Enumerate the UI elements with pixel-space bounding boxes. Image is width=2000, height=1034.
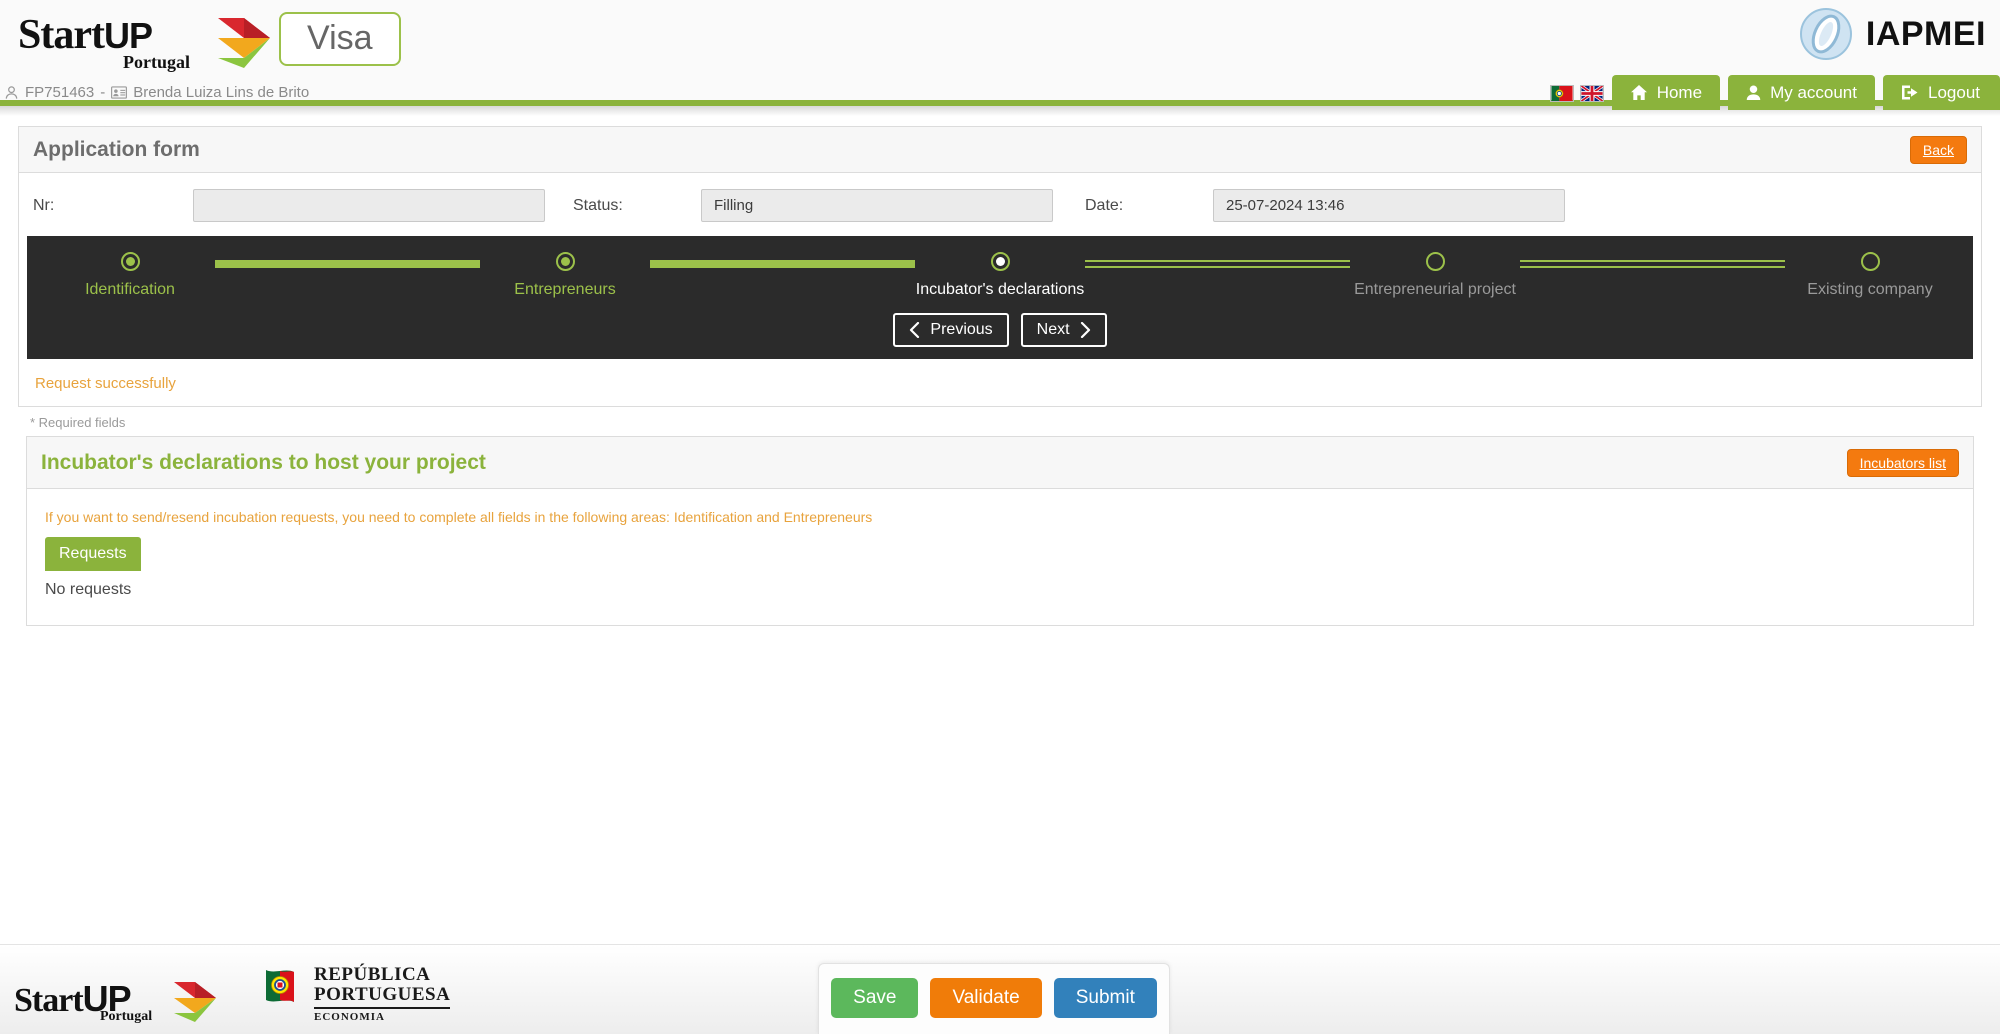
republica-divider [314, 1007, 451, 1010]
next-label: Next [1036, 321, 1070, 338]
field-status-input[interactable]: Filling [701, 189, 1053, 222]
required-fields-note: * Required fields [30, 415, 126, 430]
chevron-right-icon [1080, 322, 1090, 338]
page-footer: StartUP Portugal REPÚBLICA PORTUGUESA EC… [0, 944, 2000, 1034]
application-meta-row: Nr: Status: Filling Date: 25-07-2024 13:… [19, 173, 1981, 236]
incubator-declarations-panel: Incubator's declarations to host your pr… [26, 436, 1974, 626]
republica-line-1: REPÚBLICA [314, 963, 431, 985]
submit-button[interactable]: Submit [1053, 978, 1157, 1018]
incubator-panel-header: Incubator's declarations to host your pr… [27, 437, 1973, 489]
user-icon [5, 86, 18, 99]
field-date-input[interactable]: 25-07-2024 13:46 [1213, 189, 1565, 222]
iapmei-logo: IAPMEI [1798, 6, 1986, 62]
user-icon [1746, 85, 1761, 100]
step-circle-icon [555, 252, 575, 271]
uk-flag-icon[interactable] [1579, 85, 1604, 102]
tab-requests[interactable]: Requests [45, 537, 141, 571]
user-name: Brenda Luiza Lins de Brito [133, 84, 310, 101]
nav-logout-button[interactable]: Logout [1883, 75, 2000, 110]
incubator-panel-title: Incubator's declarations to host your pr… [41, 450, 486, 474]
step-label: Existing company [1807, 281, 1933, 298]
field-nr-input[interactable] [193, 189, 545, 222]
page-content: Application form Back Nr: Status: Fillin… [0, 126, 2000, 626]
stepper-step-entrepreneurs[interactable]: Entrepreneurs [480, 250, 650, 299]
nav-logout-label: Logout [1928, 82, 1980, 102]
visa-badge: Visa [279, 12, 401, 66]
incubator-panel-body: If you want to send/resend incubation re… [27, 489, 1973, 625]
brand-subtitle: Portugal [123, 52, 190, 72]
field-nr: Nr: [33, 189, 545, 222]
startup-chevron-icon [218, 18, 270, 68]
stepper-connector-3 [1085, 260, 1350, 268]
nav-home-button[interactable]: Home [1611, 75, 1721, 110]
portugal-flag-icon[interactable] [1549, 85, 1574, 102]
field-date-label: Date: [1085, 196, 1124, 214]
nav-my-account-button[interactable]: My account [1728, 75, 1875, 110]
step-label: Entrepreneurs [514, 281, 616, 298]
step-circle-icon [120, 252, 140, 271]
wizard-navigation: Previous Next [27, 313, 1973, 347]
step-circle-icon [1860, 252, 1880, 271]
stepper-step-incubators-declarations[interactable]: Incubator's declarations [915, 250, 1085, 299]
chevron-left-icon [910, 322, 920, 338]
top-header: StartUP Portugal Visa IAPMEI FP751463 - [0, 0, 2000, 110]
stepper-connector-4 [1520, 260, 1785, 268]
iapmei-wordmark: IAPMEI [1865, 14, 1986, 53]
success-message: Request successfully [35, 375, 176, 392]
footer-logos: StartUP Portugal REPÚBLICA PORTUGUESA EC… [14, 963, 451, 1026]
republica-line-3: ECONOMIA [314, 1011, 385, 1024]
stepper-step-identification[interactable]: Identification [45, 250, 215, 299]
user-session-info: FP751463 - Brenda Luiza Lins de Brito [0, 84, 309, 101]
step-circle-icon [1425, 252, 1445, 271]
user-separator: - [100, 84, 106, 101]
user-id: FP751463 [25, 84, 95, 101]
footer-brand-subtitle: Portugal [100, 1009, 153, 1024]
footer-startup-logo: StartUP Portugal [14, 976, 216, 1026]
step-label: Entrepreneurial project [1354, 281, 1516, 298]
brand-wordmark: StartUP [18, 14, 153, 56]
stepper-step-entrepreneurial-project[interactable]: Entrepreneurial project [1350, 250, 1520, 299]
nav-my-account-label: My account [1770, 82, 1857, 102]
field-status: Status: Filling [573, 189, 1053, 222]
home-icon [1630, 85, 1647, 100]
incubators-list-button[interactable]: Incubators list [1846, 448, 1959, 477]
field-date: Date: 25-07-2024 13:46 [1085, 189, 1565, 222]
requests-empty-state: No requests [45, 581, 132, 598]
brand-area: StartUP Portugal Visa [18, 8, 401, 72]
step-circle-icon [990, 252, 1010, 271]
page-title: Application form [33, 137, 200, 161]
validate-button[interactable]: Validate [930, 978, 1042, 1018]
stepper-step-existing-company[interactable]: Existing company [1785, 250, 1955, 299]
id-card-icon [111, 86, 128, 99]
stepper-steps: Identification Entrepreneurs Incubator's… [27, 250, 1973, 299]
field-nr-label: Nr: [33, 196, 55, 214]
requests-tabs: Requests [45, 537, 1955, 571]
iapmei-ring-icon [1799, 8, 1852, 60]
previous-label: Previous [930, 321, 993, 338]
startup-portugal-logo: StartUP Portugal [18, 8, 270, 72]
field-status-label: Status: [573, 196, 623, 214]
republica-portuguesa-logo: REPÚBLICA PORTUGUESA ECONOMIA [260, 963, 451, 1026]
republica-line-2: PORTUGUESA [314, 983, 451, 1005]
application-form-panel: Application form Back Nr: Status: Fillin… [18, 126, 1982, 407]
form-actions-bar: Save Validate Submit [818, 963, 1170, 1034]
startup-chevron-icon [174, 982, 216, 1022]
language-switcher [1549, 85, 1604, 110]
next-button[interactable]: Next [1020, 313, 1107, 347]
previous-button[interactable]: Previous [893, 313, 1009, 347]
step-label: Incubator's declarations [915, 281, 1085, 298]
back-button[interactable]: Back [1909, 135, 1967, 164]
save-button[interactable]: Save [831, 978, 919, 1018]
portugal-shield-icon [266, 970, 294, 1003]
stepper-connector-1 [215, 260, 480, 268]
wizard-stepper: Identification Entrepreneurs Incubator's… [27, 236, 1973, 359]
logout-icon [1902, 85, 1918, 100]
application-form-header: Application form Back [19, 127, 1981, 173]
incubation-warning-text: If you want to send/resend incubation re… [45, 509, 873, 525]
republica-text: REPÚBLICA PORTUGUESA ECONOMIA [314, 963, 451, 1024]
header-nav: Home My account Logout [1549, 75, 2000, 110]
step-label: Identification [85, 281, 175, 298]
nav-home-label: Home [1656, 82, 1703, 102]
stepper-connector-2 [650, 260, 915, 268]
